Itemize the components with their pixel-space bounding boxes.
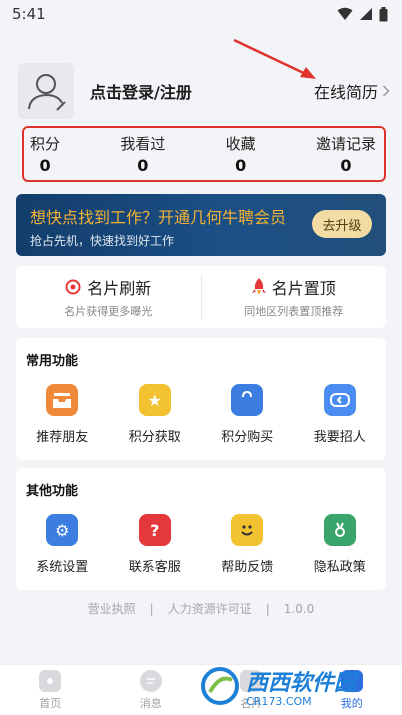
- home-icon: [39, 669, 62, 692]
- quick-action-label: 名片刷新: [87, 279, 152, 298]
- common-functions-card: 常用功能 推荐朋友 ★ 积分获取 积分购买 我要招人: [16, 338, 386, 460]
- rocket-icon: [251, 278, 266, 295]
- grid-label: 我要招人: [313, 430, 366, 445]
- chevron-right-icon: [382, 85, 390, 97]
- tab-label: 我的: [340, 696, 363, 710]
- card-pin-top-button[interactable]: 名片置顶 同地区列表置顶推荐: [202, 266, 387, 328]
- battery-icon: [379, 6, 388, 21]
- stat-label: 我看过: [120, 135, 166, 153]
- grid-label: 推荐朋友: [36, 430, 89, 445]
- vip-banner[interactable]: 想快点找到工作？开通几何牛聘会员 抢占先机，快速找到好工作 去升级: [16, 194, 386, 256]
- section-title: 常用功能: [26, 354, 79, 369]
- message-icon: [139, 669, 162, 692]
- tab-label: 首页: [39, 696, 62, 710]
- avatar[interactable]: [18, 63, 74, 119]
- quick-action-sub: 名片获得更多曝光: [64, 305, 153, 318]
- quick-action-label: 名片置顶: [271, 279, 336, 298]
- star-icon: ★: [138, 384, 171, 416]
- shopping-bag-icon: [231, 384, 264, 416]
- card-icon: [240, 669, 263, 692]
- points-buy-item[interactable]: 积分购买: [201, 384, 294, 445]
- inbox-tray-icon: [46, 384, 79, 416]
- recruit-item[interactable]: 我要招人: [294, 384, 387, 445]
- stat-value: 0: [39, 156, 51, 175]
- signal-icon: [360, 8, 372, 20]
- privacy-policy-item[interactable]: 隐私政策: [294, 514, 387, 575]
- footer-separator: |: [265, 601, 270, 616]
- bottom-tab-bar: 首页 消息 名片 我的: [0, 664, 402, 715]
- stat-value: 0: [340, 156, 352, 175]
- tab-card[interactable]: 名片: [201, 665, 302, 715]
- card-refresh-button[interactable]: 名片刷新 名片获得更多曝光: [16, 266, 201, 328]
- grid-label: 帮助反馈: [221, 560, 274, 575]
- stat-value: 0: [235, 156, 247, 175]
- quick-action-sub: 同地区列表置顶推荐: [244, 305, 344, 318]
- grid-label: 积分购买: [221, 430, 274, 445]
- stat-label: 积分: [30, 135, 61, 153]
- status-icons: [337, 6, 388, 22]
- profile-header[interactable]: 点击登录/注册 在线简历: [18, 62, 390, 120]
- smile-icon: [231, 514, 264, 546]
- business-license-link[interactable]: 营业执照: [88, 600, 136, 617]
- points-earn-item[interactable]: ★ 积分获取: [109, 384, 202, 445]
- grid-label: 积分获取: [128, 430, 181, 445]
- gear-icon: ⚙: [46, 514, 79, 546]
- contact-support-item[interactable]: ? 联系客服: [109, 514, 202, 575]
- tab-messages[interactable]: 消息: [101, 665, 202, 715]
- grid-label: 联系客服: [128, 560, 181, 575]
- target-icon: [65, 279, 81, 295]
- status-bar: 5:41: [0, 0, 402, 28]
- stat-points[interactable]: 积分 0: [30, 133, 60, 175]
- refresh-icon: [323, 384, 356, 416]
- footer-links: 营业执照 | 人力资源许可证 | 1.0.0: [0, 600, 402, 617]
- grid-label: 隐私政策: [313, 560, 366, 575]
- login-register-link[interactable]: 点击登录/注册: [90, 79, 192, 103]
- section-title: 其他功能: [26, 484, 79, 499]
- question-icon: ?: [138, 514, 171, 546]
- stat-viewed[interactable]: 我看过 0: [120, 133, 165, 175]
- tab-label: 名片: [240, 696, 263, 710]
- stats-panel: 积分 0 我看过 0 收藏 0 邀请记录 0: [22, 126, 386, 182]
- other-functions-card: 其他功能 ⚙ 系统设置 ? 联系客服 帮助反馈 隐私政策: [16, 468, 386, 590]
- user-icon: [340, 669, 363, 692]
- tab-mine[interactable]: 我的: [302, 665, 402, 715]
- grid-label: 系统设置: [36, 560, 89, 575]
- stat-invites[interactable]: 邀请记录 0: [316, 133, 376, 175]
- online-resume-label: 在线简历: [313, 83, 378, 102]
- tab-label: 消息: [139, 696, 162, 710]
- app-version: 1.0.0: [283, 601, 315, 616]
- hr-permit-link[interactable]: 人力资源许可证: [168, 600, 252, 617]
- stat-label: 收藏: [225, 135, 256, 153]
- system-settings-item[interactable]: ⚙ 系统设置: [16, 514, 109, 575]
- status-time: 5:41: [12, 5, 46, 23]
- help-feedback-item[interactable]: 帮助反馈: [201, 514, 294, 575]
- quick-actions-card: 名片刷新 名片获得更多曝光 名片置顶 同地区列表置顶推荐: [16, 266, 386, 328]
- user-avatar-icon: [28, 74, 66, 111]
- stat-label: 邀请记录: [315, 135, 376, 153]
- privacy-icon: [323, 514, 356, 546]
- upgrade-button[interactable]: 去升级: [312, 210, 372, 238]
- stat-favorites[interactable]: 收藏 0: [226, 133, 256, 175]
- online-resume-link[interactable]: 在线简历: [314, 79, 390, 103]
- stat-value: 0: [137, 156, 149, 175]
- tab-home[interactable]: 首页: [0, 665, 101, 715]
- footer-separator: |: [149, 601, 154, 616]
- wifi-icon: [337, 7, 353, 20]
- recommend-friend-item[interactable]: 推荐朋友: [16, 384, 109, 445]
